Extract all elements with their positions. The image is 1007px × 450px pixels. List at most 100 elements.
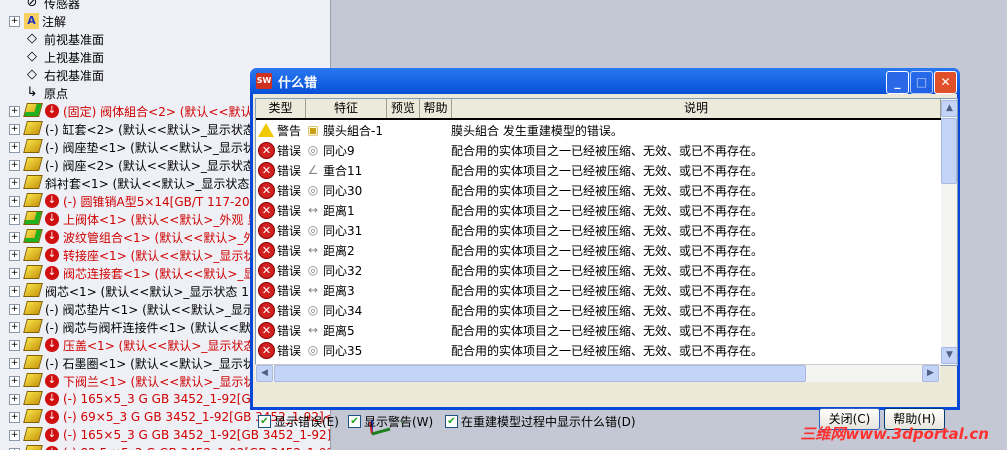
column-description[interactable]: 说明	[452, 99, 941, 118]
error-row[interactable]: ✕ 错误 ◎ 同心30 配合用的实体项目之一已经被压缩、无效、或已不再存在。	[256, 180, 941, 200]
tree-item[interactable]: + (-) 阀芯垫片<1> (默认<<默认>_显示状态	[0, 300, 279, 318]
solidworks-logo-icon: SW	[256, 73, 272, 89]
tree-item[interactable]: +↓(-) 82.5 ×5_3 G GB 3452_1-92[GB 3452_1…	[0, 444, 330, 450]
column-feature[interactable]: 特征	[306, 99, 387, 118]
expand-icon[interactable]: +	[9, 213, 20, 225]
expand-icon[interactable]: +	[9, 339, 20, 351]
dialog-title: 什么错	[278, 75, 318, 91]
expand-icon[interactable]: +	[9, 123, 20, 135]
row-description: 配合用的实体项目之一已经被压缩、无效、或已不再存在。	[451, 303, 764, 318]
expand-icon[interactable]: +	[9, 303, 20, 315]
expand-icon[interactable]: +	[9, 231, 20, 243]
tree-item[interactable]: + ↓ 阀芯连接套<1> (默认<<默认>_显示状态	[0, 264, 291, 282]
rebuild-error-icon: ↓	[45, 248, 59, 262]
tree-item[interactable]: + ↓ (-) 圆锥销A型5×14[GB/T 117-2000]	[0, 192, 270, 210]
row-feature: 同心35	[323, 343, 363, 358]
expand-icon[interactable]: +	[9, 105, 20, 117]
expand-icon[interactable]: +	[9, 393, 20, 405]
tree-item[interactable]: ◇ 右视基准面	[0, 66, 104, 84]
tree-item[interactable]: ◇ 上视基准面	[0, 48, 104, 66]
checkbox-icon[interactable]: ✔	[258, 415, 271, 428]
error-row[interactable]: ✕ 错误 ↔ 距离2 配合用的实体项目之一已经被压缩、无效、或已不再存在。	[256, 240, 941, 260]
column-help[interactable]: 帮助	[420, 99, 452, 118]
tree-item[interactable]: ⊘ 传感器	[0, 0, 80, 12]
expand-icon[interactable]: +	[9, 357, 20, 369]
error-list[interactable]: 类型 特征 预览 帮助 说明 警告 ▣ 膜头組合-1 膜头組合 发生重建模型的错误…	[255, 98, 958, 366]
error-row[interactable]: ✕ 错误 ∠ 重合11 配合用的实体项目之一已经被压缩、无效、或已不再存在。	[256, 160, 941, 180]
scroll-left-button[interactable]: ◀	[256, 365, 273, 382]
tree-item[interactable]: + (-) 缸套<2> (默认<<默认>_显示状态 1>)	[0, 120, 281, 138]
tree-item[interactable]: + 斜衬套<1> (默认<<默认>_显示状态 1>)	[0, 174, 276, 192]
error-row[interactable]: ✕ 错误 ↔ 距离1 配合用的实体项目之一已经被压缩、无效、或已不再存在。	[256, 200, 941, 220]
scroll-down-button[interactable]: ▼	[941, 347, 957, 364]
error-row[interactable]: ✕ 错误 ◎ 同心34 配合用的实体项目之一已经被压缩、无效、或已不再存在。	[256, 300, 941, 320]
part-icon	[23, 373, 43, 389]
checkbox-icon[interactable]: ✔	[348, 415, 361, 428]
row-type: 错误	[277, 263, 302, 278]
rebuild-error-icon: ↓	[45, 392, 59, 406]
expand-icon[interactable]: +	[9, 429, 20, 441]
expand-icon[interactable]: +	[9, 285, 20, 297]
tree-item[interactable]: ↳ 原点	[0, 84, 68, 102]
tree-item-label: (-) 阀座<2> (默认<<默认>_显示状态 1>)	[45, 158, 282, 173]
checkbox-icon[interactable]: ✔	[445, 415, 458, 428]
what-is-wrong-dialog: SW 什么错 _ □ ✕ 类型 特征 预览 帮助 说明 警告 ▣ 膜头組合-1 膜…	[250, 68, 960, 430]
expand-icon[interactable]: +	[9, 195, 20, 207]
error-row[interactable]: ✕ 错误 ↔ 距离3 配合用的实体项目之一已经被压缩、无效、或已不再存在。	[256, 280, 941, 300]
minimize-button[interactable]: _	[886, 71, 909, 94]
option-checkbox[interactable]: ✔ 在重建模型过程中显示什么错(D)	[445, 413, 636, 430]
row-type: 错误	[277, 243, 302, 258]
vertical-scroll-thumb[interactable]	[941, 118, 957, 184]
part-icon	[23, 121, 43, 137]
maximize-button[interactable]: □	[910, 71, 933, 94]
rebuild-error-icon: ↓	[45, 374, 59, 388]
expand-icon[interactable]: +	[9, 267, 20, 279]
row-description: 膜头組合 发生重建模型的错误。	[451, 123, 623, 138]
expand-icon[interactable]: +	[9, 159, 20, 171]
row-description: 配合用的实体项目之一已经被压缩、无效、或已不再存在。	[451, 143, 764, 158]
error-row[interactable]: ✕ 错误 ◎ 同心9 配合用的实体项目之一已经被压缩、无效、或已不再存在。	[256, 140, 941, 160]
part-icon	[23, 427, 43, 443]
option-checkbox[interactable]: ✔ 显示警告(W)	[348, 413, 433, 430]
row-type: 错误	[277, 163, 302, 178]
tree-item[interactable]: + (-) 石墨圈<1> (默认<<默认>_显示状态	[0, 354, 267, 372]
error-row[interactable]: ✕ 错误 ◎ 同心31 配合用的实体项目之一已经被压缩、无效、或已不再存在。	[256, 220, 941, 240]
row-feature: 距离5	[323, 323, 355, 338]
close-window-button[interactable]: ✕	[934, 71, 957, 94]
dialog-titlebar[interactable]: SW 什么错 _ □ ✕	[250, 68, 960, 94]
expand-icon[interactable]: +	[9, 249, 20, 261]
tree-item[interactable]: + (-) 阀芯与阀杆连接件<1> (默认<<默认	[0, 318, 263, 336]
tree-item[interactable]: ◇ 前视基准面	[0, 30, 104, 48]
expand-icon[interactable]: +	[9, 321, 20, 333]
expand-icon[interactable]: +	[9, 177, 20, 189]
tree-item[interactable]: + ↓ 压盖<1> (默认<<默认>_显示状态 1>)	[0, 336, 282, 354]
row-feature: 距离3	[323, 283, 355, 298]
part-icon	[23, 337, 43, 353]
vertical-scrollbar[interactable]: ▲ ▼	[941, 99, 957, 365]
tree-item-label: 原点	[44, 86, 69, 101]
error-row[interactable]: 警告 ▣ 膜头組合-1 膜头組合 发生重建模型的错误。	[256, 120, 941, 140]
checkbox-label: 在重建模型过程中显示什么错(D)	[461, 415, 636, 429]
horizontal-scroll-thumb[interactable]	[274, 365, 806, 382]
error-row[interactable]: ✕ 错误 ◎ 同心32 配合用的实体项目之一已经被压缩、无效、或已不再存在。	[256, 260, 941, 280]
horizontal-scrollbar[interactable]: ◀ ▶	[255, 364, 940, 382]
tree-item[interactable]: + A 注解	[0, 12, 66, 30]
error-row[interactable]: ✕ 错误 ◎ 同心35 配合用的实体项目之一已经被压缩、无效、或已不再存在。	[256, 340, 941, 360]
expand-icon[interactable]: +	[9, 411, 20, 423]
tree-item[interactable]: + (-) 阀座<2> (默认<<默认>_显示状态 1>)	[0, 156, 281, 174]
row-feature: 同心34	[323, 303, 363, 318]
scroll-up-button[interactable]: ▲	[941, 100, 957, 117]
row-feature: 同心30	[323, 183, 363, 198]
part-icon	[23, 445, 43, 450]
scroll-right-button[interactable]: ▶	[922, 365, 939, 382]
column-type[interactable]: 类型	[256, 99, 306, 118]
tree-item-label: 斜衬套<1> (默认<<默认>_显示状态 1>)	[45, 176, 276, 191]
option-checkbox[interactable]: ✔ 显示错误(E)	[258, 413, 339, 430]
tree-item[interactable]: + 阀芯<1> (默认<<默认>_显示状态 1>)	[0, 282, 264, 300]
expand-icon[interactable]: +	[9, 141, 20, 153]
expand-icon[interactable]: +	[9, 375, 20, 387]
column-preview[interactable]: 预览	[387, 99, 420, 118]
rebuild-error-icon: ↓	[45, 446, 59, 450]
error-row[interactable]: ✕ 错误 ↔ 距离5 配合用的实体项目之一已经被压缩、无效、或已不再存在。	[256, 320, 941, 340]
expand-icon[interactable]: +	[9, 15, 20, 27]
